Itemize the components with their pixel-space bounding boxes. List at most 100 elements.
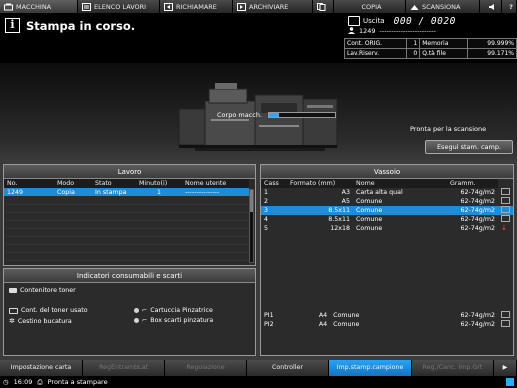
tab-label: RICHIAMARE xyxy=(176,2,217,11)
table-row xyxy=(4,244,249,253)
table-row[interactable]: 1249 Copia In stampa 1 --------------- xyxy=(4,188,249,196)
tray-level-cell xyxy=(498,206,513,215)
time: 16:09 xyxy=(13,378,33,386)
tab-imp-stamp-campione[interactable]: Imp.stamp.campione xyxy=(329,360,412,376)
job-modo: Copia xyxy=(54,188,92,196)
scroll-thumb[interactable] xyxy=(250,190,253,212)
tab-label: ELENCO LAVORI xyxy=(94,2,147,11)
status-message: Stampa in corso. xyxy=(26,19,136,33)
tray-level-cell xyxy=(498,311,513,320)
paper-level-icon xyxy=(501,206,510,213)
staple-icon: ⌐ xyxy=(142,307,148,314)
tray-row[interactable]: 4 8.5x11 Comune 62-74g/m2 xyxy=(261,215,513,224)
memoria-value: 99.999% xyxy=(467,38,517,49)
help-button[interactable]: ? xyxy=(502,0,517,13)
tray-cass: 3 xyxy=(261,206,287,215)
tab-macchina[interactable]: MACCHINA xyxy=(0,0,78,13)
tray-cass: 1 xyxy=(264,189,269,196)
tab-controller[interactable]: Controller xyxy=(247,360,329,376)
job-stato: In stampa xyxy=(92,188,136,196)
lav-riserv-value: 0 xyxy=(405,48,421,59)
next-tab-button[interactable]: ▶ xyxy=(494,360,517,376)
tray-nome: Comune xyxy=(356,224,383,232)
col-nome: Nome utente xyxy=(182,179,249,188)
user-icon xyxy=(348,27,355,34)
tab-archiviare[interactable]: ARCHIVIARE xyxy=(233,0,313,13)
vassoio-bypass-table: PI1 A4 Comune 62-74g/m2 PI2 A4 Comune 62-74g/m2 xyxy=(261,311,513,329)
col-gramm: Gramm. xyxy=(447,179,498,188)
consumabili-panel: Indicatori consumabili e scarti Contenit… xyxy=(3,268,256,356)
job-nome: --------------- xyxy=(182,188,249,196)
question-icon: ? xyxy=(509,2,513,11)
cont-orig-value: 1 xyxy=(405,38,421,49)
tab-regentramblat[interactable]: RegEntrambLat xyxy=(83,360,165,376)
tray-gramm: 62-74g/m2 xyxy=(460,224,495,232)
job-no: 1249 xyxy=(4,188,54,196)
scan-icon xyxy=(410,4,419,10)
tray-cass: 2 xyxy=(264,198,269,205)
tray-row[interactable]: 3 8.5x11 Comune 62-74g/m2 xyxy=(261,206,513,215)
stats-table: Cont. ORIG. 1 Memoria 99.999% Lav.Riserv… xyxy=(344,38,517,59)
tray-row[interactable]: PI2 A4 Comune 62-74g/m2 xyxy=(261,320,513,329)
table-row xyxy=(4,220,249,229)
tray-gramm: 62-74g/m2 xyxy=(460,198,495,205)
col-minuti: Minuto(i) xyxy=(136,179,182,188)
tab-reg-canc-imp-grt[interactable]: Reg./Canc. Imp.Grt xyxy=(412,360,494,376)
tab-scansiona[interactable]: SCANSIONA xyxy=(406,0,480,13)
status-dot-icon xyxy=(134,318,139,323)
qta-file-label: Q.tà file xyxy=(419,48,469,59)
status-dot-icon xyxy=(134,308,139,313)
tab-separator-icon[interactable] xyxy=(313,0,334,13)
tray-row[interactable]: 2 A5 Comune 62-74g/m2 xyxy=(261,197,513,206)
tray-formato: A4 xyxy=(318,312,328,319)
tray-level-cell xyxy=(498,197,513,206)
tray-formato: A3 xyxy=(341,189,350,196)
cartuccia-item: ⌐ Cartuccia Pinzatrice xyxy=(134,307,213,314)
tab-impostazione-carta[interactable]: Impostazione carta xyxy=(0,360,83,376)
user-id: 1249 xyxy=(359,27,376,35)
tray-level-cell xyxy=(498,215,513,224)
status-message: Pronta a stampare xyxy=(47,378,108,386)
tray-level-cell xyxy=(498,320,513,329)
tray-row[interactable]: PI1 A4 Comune 62-74g/m2 xyxy=(261,311,513,320)
warning-icon: ⇣ xyxy=(501,224,507,232)
toner-icon xyxy=(9,288,17,293)
tray-nome: Carta alta qual xyxy=(356,189,403,196)
lavoro-scrollbar[interactable] xyxy=(249,189,254,263)
box-scarti-label: Box scarti pinzatura xyxy=(150,317,214,324)
uscita-label: Uscita xyxy=(363,17,385,25)
staple-waste-icon: ⌐ xyxy=(142,317,148,324)
volume-button[interactable] xyxy=(480,0,502,13)
tab-regolazione[interactable]: Regolazione xyxy=(165,360,247,376)
esegui-stampa-campione-button[interactable]: Esegui stam. camp. xyxy=(425,140,513,154)
tray-nome: Comune xyxy=(356,216,383,223)
tray-row[interactable]: 1 A3 Carta alta qual 62-74g/m2 xyxy=(261,188,513,197)
col-no: No. xyxy=(4,179,54,188)
cont-orig-label: Cont. ORIG. xyxy=(344,38,407,49)
tray-nome: Comune xyxy=(333,321,360,328)
machine-area: Corpo macch. Pronta per la scansione Ese… xyxy=(0,63,517,160)
tray-level-cell xyxy=(498,188,513,197)
top-tabs: MACCHINA ELENCO LAVORI RICHIAMARE ARCHIV… xyxy=(0,0,517,13)
vassoio-table: Cass Formato (mm) Nome Gramm. 1 A3 Carta a… xyxy=(261,179,513,232)
corpo-level-fill xyxy=(269,113,279,117)
tab-richiamare[interactable]: RICHIAMARE xyxy=(160,0,233,13)
tray-rows-bypass: PI1 A4 Comune 62-74g/m2 PI2 A4 Comune 62-74g/m2 xyxy=(261,311,513,329)
printer-icon xyxy=(348,16,360,26)
tray-row[interactable]: 5 12x18 Comune 62-74g/m2 ⇣ xyxy=(261,224,513,232)
tab-label: ARCHIVIARE xyxy=(249,2,289,11)
tray-cass: 5 xyxy=(264,224,269,232)
vassoio-panel: Vassoio Cass Formato (mm) Nome Gramm. 1 A… xyxy=(260,164,514,356)
table-row xyxy=(4,228,249,237)
status-bar: ◷ 16:09 ⎙ Pronta a stampare xyxy=(0,376,517,388)
toner-usato-item: Cont. del toner usato xyxy=(9,307,88,314)
tab-elenco-lavori[interactable]: ELENCO LAVORI xyxy=(78,0,160,13)
table-row xyxy=(4,196,249,205)
table-row xyxy=(4,236,249,245)
scan-ready-status: Pronta per la scansione xyxy=(410,125,487,133)
paper-level-icon xyxy=(501,197,510,204)
tray-nome: Comune xyxy=(333,312,360,319)
tab-copia[interactable]: COPIA xyxy=(334,0,406,13)
uscita-count: 000 / 0020 xyxy=(393,15,456,27)
lavoro-title: Lavoro xyxy=(4,165,255,179)
